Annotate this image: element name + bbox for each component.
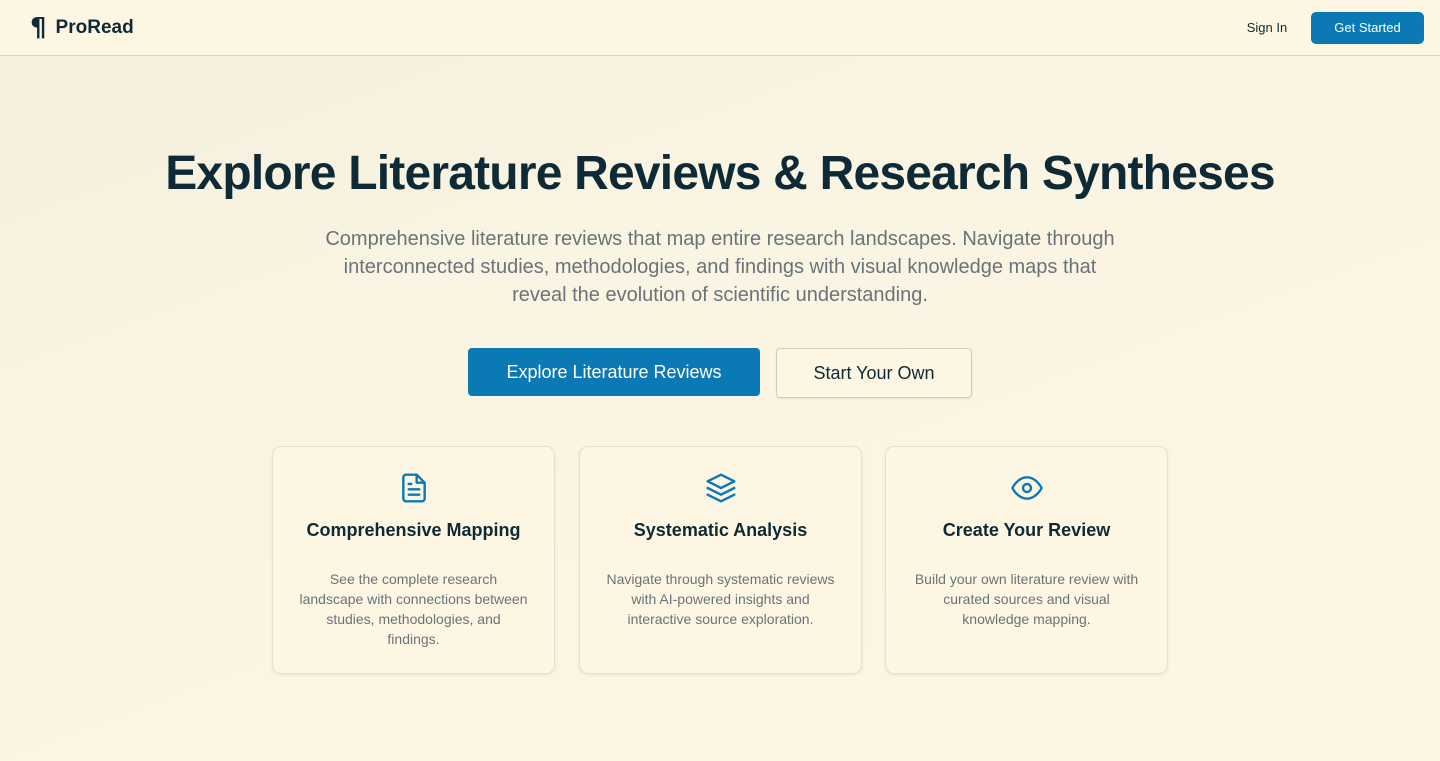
brand-logo[interactable]: ¶ ProRead bbox=[30, 14, 134, 42]
get-started-button[interactable]: Get Started bbox=[1311, 12, 1424, 44]
hero-subtitle: Comprehensive literature reviews that ma… bbox=[325, 228, 1115, 306]
explore-reviews-button[interactable]: Explore Literature Reviews bbox=[468, 348, 760, 396]
feature-card-create: Create Your Review Build your own litera… bbox=[885, 446, 1168, 674]
hero-title: Explore Literature Reviews & Research Sy… bbox=[165, 147, 1275, 200]
document-icon bbox=[402, 473, 426, 503]
brand-name: ProRead bbox=[55, 17, 134, 38]
top-navbar: ¶ ProRead Sign In Get Started bbox=[0, 0, 1440, 56]
pilcrow-icon: ¶ bbox=[30, 13, 47, 43]
feature-title: Systematic Analysis bbox=[633, 520, 808, 540]
feature-title: Comprehensive Mapping bbox=[306, 520, 521, 540]
feature-card-mapping: Comprehensive Mapping See the complete r… bbox=[272, 446, 555, 674]
sign-in-link[interactable]: Sign In bbox=[1232, 16, 1302, 40]
feature-description: Build your own literature review with cu… bbox=[914, 571, 1139, 627]
feature-description: Navigate through systematic reviews with… bbox=[606, 571, 835, 627]
feature-title: Create Your Review bbox=[942, 520, 1111, 540]
feature-description: See the complete research landscape with… bbox=[299, 571, 528, 647]
eye-icon bbox=[1011, 476, 1043, 500]
start-your-own-button[interactable]: Start Your Own bbox=[776, 348, 972, 398]
feature-card-analysis: Systematic Analysis Navigate through sys… bbox=[579, 446, 862, 674]
layers-icon bbox=[706, 473, 736, 503]
